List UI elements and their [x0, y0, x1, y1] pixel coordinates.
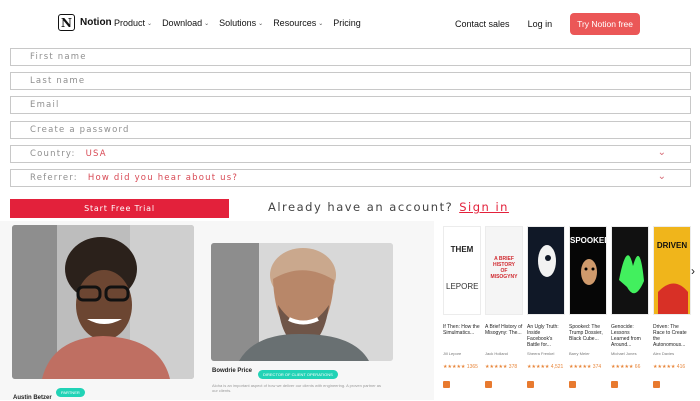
partner-badge: PARTNER	[56, 388, 85, 397]
book-caption[interactable]: A Brief History of Misogyny: The...	[485, 324, 523, 336]
book-author: Jack Holland	[485, 351, 508, 356]
chevron-down-icon: ⌄	[204, 20, 210, 27]
portrait-photo-2	[211, 243, 393, 361]
bowdrie-price-name: Bowdrie Price	[212, 368, 253, 374]
notion-logo-icon: N	[58, 14, 75, 31]
email-placeholder: Email	[30, 100, 60, 111]
chevron-down-icon: ⌄	[657, 170, 666, 182]
sign-in-link[interactable]: Sign in	[459, 200, 509, 214]
book-cover[interactable]	[611, 226, 649, 315]
password-placeholder: Create a password	[30, 124, 130, 135]
nav-pricing-label: Pricing	[333, 18, 361, 28]
book-carousel: ‹ › THEM LEPORE A BRIEF HISTORY OF MISOG…	[434, 221, 700, 400]
signup-actions: Start Free Trial Already have an account…	[10, 199, 700, 219]
book-cover[interactable]: SPOOKED	[569, 226, 607, 315]
country-field: Country: USA	[30, 149, 107, 159]
book-action-icon[interactable]	[485, 381, 492, 388]
portrait-photo-1	[12, 225, 194, 379]
austin-betzer-photo	[12, 225, 194, 379]
book-cover[interactable]: A BRIEF HISTORY OF MISOGYNY	[485, 226, 523, 315]
book-cover[interactable]: THEM LEPORE	[443, 226, 481, 315]
chevron-down-icon: ⌄	[318, 20, 324, 27]
notion-logo[interactable]: N Notion	[58, 14, 112, 31]
password-input[interactable]: Create a password	[10, 120, 691, 139]
book-action-icon[interactable]	[611, 381, 618, 388]
book-rating: ★★★★★ 1365	[443, 364, 478, 370]
book-action-icon[interactable]	[569, 381, 576, 388]
referrer-field: Referrer: How did you hear about us?	[30, 173, 238, 183]
book-author: Michael Jones	[611, 351, 637, 356]
book-caption[interactable]: If Then: How the Simulmatics...	[443, 324, 481, 336]
book-action-icon[interactable]	[527, 381, 534, 388]
brand-name: Notion	[80, 17, 112, 28]
main-navigation: Product ⌄ Download ⌄ Solutions ⌄ Resources ⌄…	[114, 18, 361, 28]
book-cover[interactable]: DRIVEN	[653, 226, 691, 315]
already-account-text: Already have an account?	[268, 200, 454, 214]
signup-form: First name Last name Email Create a pass…	[10, 48, 691, 193]
book-cover-art	[619, 255, 644, 294]
nav-resources[interactable]: Resources ⌄	[273, 18, 323, 28]
book-rating: ★★★★★ 4,521	[527, 364, 564, 370]
book-caption[interactable]: Spooked: The Trump Dossier, Black Cube..…	[569, 324, 607, 342]
bowdrie-price-photo	[211, 243, 393, 361]
book-caption[interactable]: Genocide: Lessons Learned from Around...	[611, 324, 649, 348]
book-rating: ★★★★★ 374	[569, 364, 602, 370]
director-badge: DIRECTOR OF CLIENT OPERATIONS	[258, 370, 338, 379]
nav-solutions-label: Solutions	[219, 18, 257, 28]
top-navigation: N Notion Product ⌄ Download ⌄ Solutions ⌄ R…	[0, 0, 700, 46]
book-author: Barry Meier	[569, 351, 590, 356]
start-free-trial-button[interactable]: Start Free Trial	[10, 199, 229, 218]
signin-prompt: Already have an account? Sign in	[268, 200, 509, 214]
login-link[interactable]: Log in	[528, 19, 553, 29]
referrer-label: Referrer:	[30, 172, 78, 183]
book-cover-title: THEM	[450, 245, 474, 254]
email-input[interactable]: Email	[10, 96, 691, 115]
nav-product-label: Product	[114, 18, 146, 28]
last-name-input[interactable]: Last name	[10, 72, 691, 91]
book-cover-art	[658, 283, 688, 314]
chevron-down-icon: ⌄	[147, 20, 153, 27]
country-value: USA	[85, 148, 107, 159]
header-actions: Contact sales Log in Try Notion free	[455, 13, 640, 35]
book-cover[interactable]	[527, 226, 565, 315]
book-cover-art	[538, 245, 556, 277]
book-rating: ★★★★★ 416	[653, 364, 686, 370]
chevron-down-icon: ⌄	[657, 146, 666, 158]
bowdrie-caption: Aloha is an important aspect of how we d…	[212, 383, 381, 393]
country-select[interactable]: Country: USA ⌄	[10, 144, 691, 163]
austin-betzer-name: Austin Betzer	[13, 395, 52, 401]
book-author: Jill Lepore	[443, 351, 462, 356]
book-cover-art	[581, 259, 597, 285]
book-rating: ★★★★★ 66	[611, 364, 641, 370]
nav-product[interactable]: Product ⌄	[114, 18, 152, 28]
contact-sales-link[interactable]: Contact sales	[455, 19, 510, 29]
first-name-placeholder: First name	[30, 52, 87, 62]
first-name-input[interactable]: First name	[10, 48, 691, 66]
book-author: Alex Davies	[653, 351, 675, 356]
book-cover-title: A BRIEF HISTORY OF MISOGYNY	[490, 256, 518, 280]
try-notion-button[interactable]: Try Notion free	[570, 13, 640, 35]
nav-resources-label: Resources	[273, 18, 317, 28]
book-caption[interactable]: An Ugly Truth: Inside Facebook's Battle …	[527, 324, 565, 348]
nav-download[interactable]: Download ⌄	[162, 18, 209, 28]
book-cover-author: LEPORE	[446, 282, 479, 291]
nav-solutions[interactable]: Solutions ⌄	[219, 18, 263, 28]
chevron-down-icon: ⌄	[258, 20, 264, 27]
referrer-value: How did you hear about us?	[87, 172, 239, 183]
country-label: Country:	[30, 148, 76, 159]
last-name-placeholder: Last name	[30, 76, 86, 87]
referrer-select[interactable]: Referrer: How did you hear about us? ⌄	[10, 168, 691, 187]
nav-pricing[interactable]: Pricing	[333, 18, 361, 28]
book-action-icon[interactable]	[443, 381, 450, 388]
book-caption[interactable]: Driven: The Race to Create the Autonomou…	[653, 324, 691, 348]
book-author: Sheera Frenkel	[527, 351, 555, 356]
book-rating: ★★★★★ 378	[485, 364, 518, 370]
nav-download-label: Download	[162, 18, 203, 28]
book-action-icon[interactable]	[653, 381, 660, 388]
